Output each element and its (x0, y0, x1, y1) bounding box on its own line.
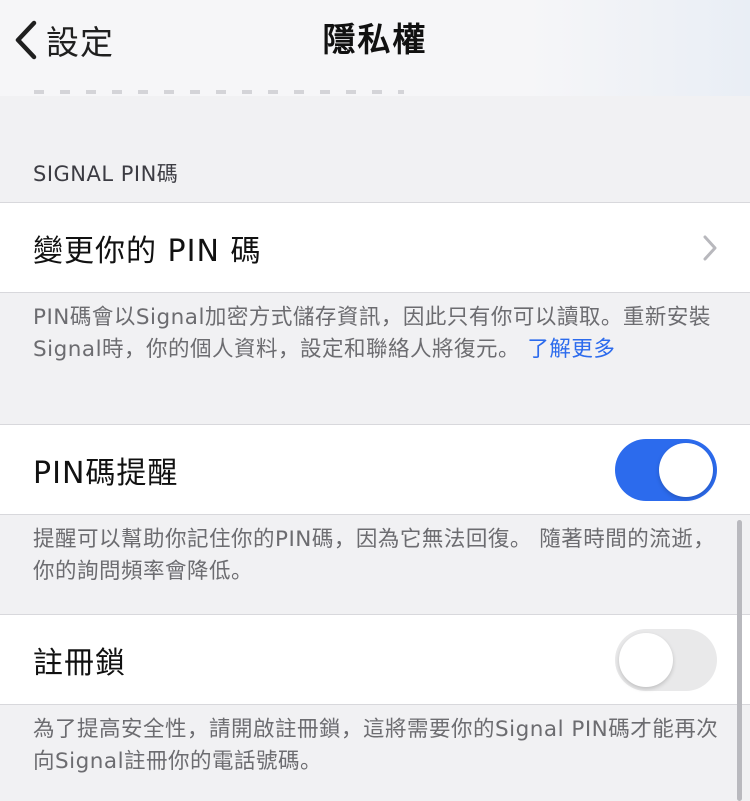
change-pin-row[interactable]: 變更你的 PIN 碼 (0, 202, 750, 293)
pin-footer: PIN碼會以Signal加密方式儲存資訊，因此只有你可以讀取。重新安裝Signa… (33, 302, 723, 366)
toggle-knob (659, 442, 713, 497)
chevron-right-icon (703, 235, 717, 260)
privacy-settings-screen: 設定 隱私權 SIGNAL PIN碼 變更你的 PIN 碼 PIN碼會以Sign… (0, 0, 750, 801)
registration-lock-row: 註冊鎖 (0, 614, 750, 705)
registration-lock-toggle[interactable] (615, 628, 717, 691)
scrolled-content-edge (0, 84, 750, 96)
pin-reminders-row: PIN碼提醒 (0, 424, 750, 515)
learn-more-link[interactable]: 了解更多 (527, 337, 615, 362)
navigation-bar: 設定 隱私權 (0, 0, 750, 96)
pin-reminders-footer: 提醒可以幫助你記住你的PIN碼，因為它無法回復。 隨著時間的流逝，你的詢問頻率會… (33, 527, 716, 584)
toggle-knob (619, 632, 673, 687)
pin-reminders-label: PIN碼提醒 (33, 455, 179, 491)
change-pin-label: 變更你的 PIN 碼 (33, 233, 262, 269)
scrollbar[interactable] (737, 520, 742, 801)
page-title: 隱私權 (322, 20, 428, 59)
registration-lock-label: 註冊鎖 (33, 645, 126, 681)
section-header-signal-pin: SIGNAL PIN碼 (33, 162, 179, 186)
registration-lock-footer: 為了提高安全性，請開啟註冊鎖，這將需要你的Signal PIN碼才能再次向Sig… (33, 717, 719, 774)
pin-reminders-toggle[interactable] (615, 438, 717, 501)
